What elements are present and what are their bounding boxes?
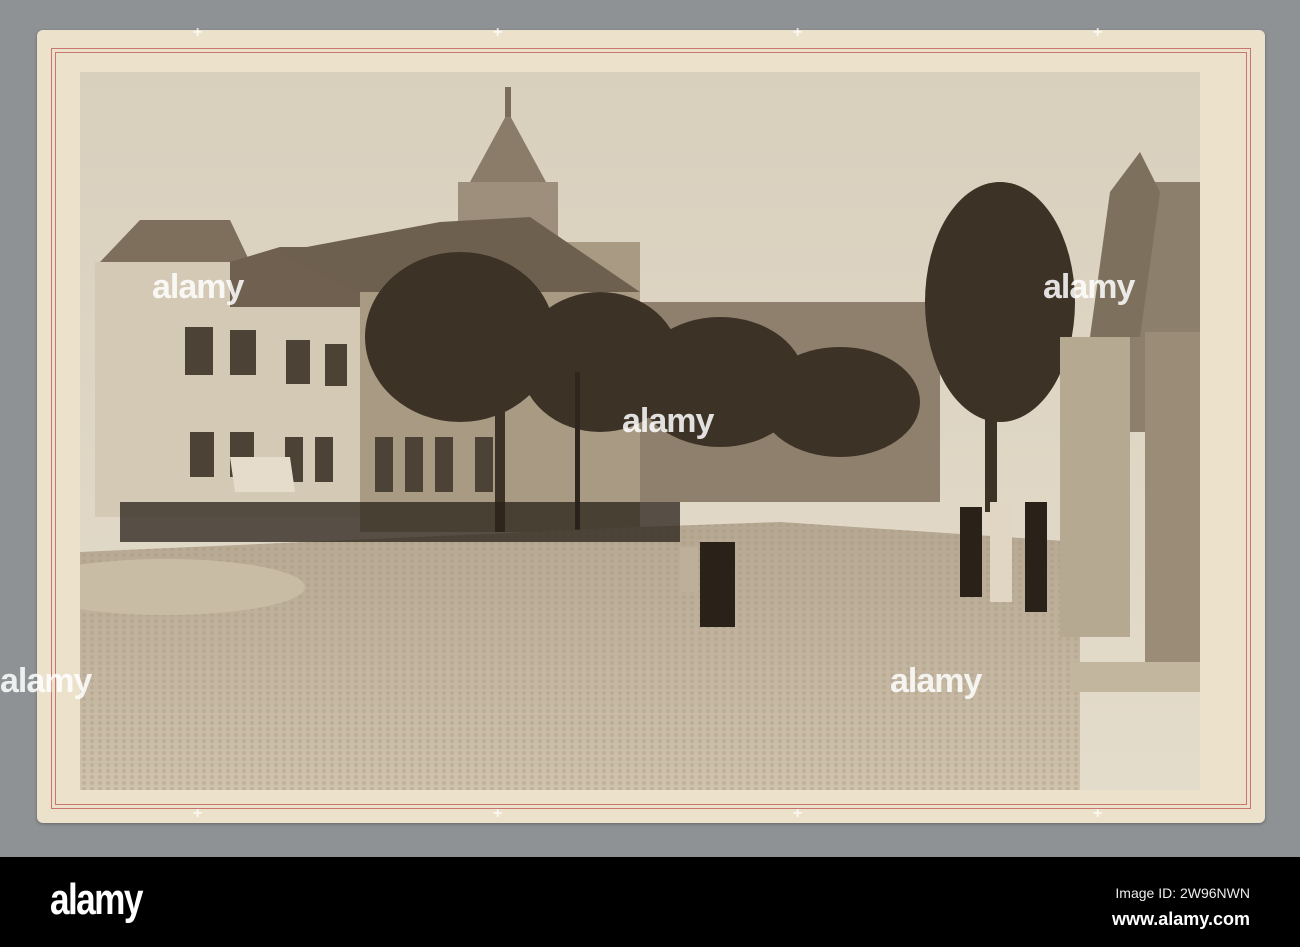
site-url[interactable]: www.alamy.com	[1112, 909, 1250, 930]
watermark-plus-icon: +	[793, 24, 803, 41]
watermark-plus-icon: +	[1093, 24, 1103, 41]
watermark: alamy	[152, 268, 244, 306]
watermark-plus-icon: +	[493, 24, 503, 41]
watermark: alamy	[622, 402, 714, 440]
watermark-plus-icon: +	[193, 805, 203, 822]
image-id: Image ID: 2W96NWN	[1115, 885, 1250, 901]
watermark-plus-icon: +	[193, 24, 203, 41]
watermark: alamy	[890, 662, 982, 700]
watermark-plus-icon: +	[1093, 805, 1103, 822]
watermark-plus-icon: +	[793, 805, 803, 822]
watermark-plus-icon: +	[493, 805, 503, 822]
watermark: alamy	[0, 662, 92, 700]
man-in-coat	[700, 542, 735, 627]
alamy-logo[interactable]: alamy	[50, 875, 143, 925]
footer-bar: alamy Image ID: 2W96NWN www.alamy.com	[0, 857, 1300, 947]
watermark: alamy	[1043, 268, 1135, 306]
